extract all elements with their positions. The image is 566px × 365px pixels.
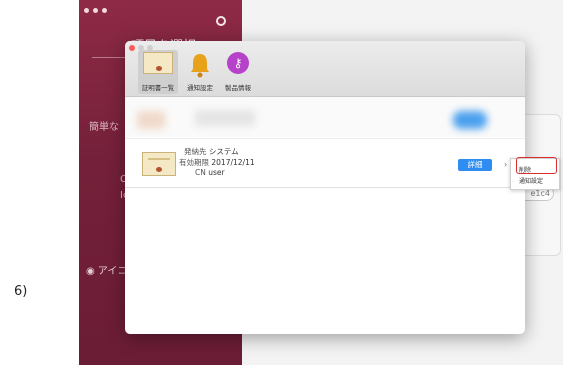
window-dot [84, 8, 89, 13]
certificate-line [148, 158, 170, 160]
cn-label: CN [195, 168, 206, 177]
key-icon: ⚷ [227, 52, 249, 74]
blurred-text [195, 110, 255, 126]
expiry-value: 2017/12/11 [211, 158, 255, 167]
blurred-button [453, 111, 487, 129]
issuer-label: 発納先 [184, 147, 207, 156]
chevron-right-icon: › [504, 160, 508, 169]
cn-line: CN user [195, 168, 225, 177]
tab-product-info[interactable]: ⚷ 製品情報 [221, 50, 255, 94]
certificate-seal [156, 167, 162, 172]
tab-label: 通知設定 [187, 84, 213, 92]
menu-item-notification-settings[interactable]: 通知設定 [519, 176, 543, 185]
certificate-icon [142, 152, 176, 176]
tab-certificate-list[interactable]: 証明書一覧 [138, 50, 178, 94]
tab-label: 証明書一覧 [141, 84, 175, 92]
certificate-row[interactable]: 発納先 システム 有効期限 2017/12/11 CN user 詳細 [125, 138, 525, 188]
tab-label: 製品情報 [225, 84, 251, 92]
expiry-line: 有効期限 2017/12/11 [179, 157, 255, 168]
close-icon[interactable] [129, 45, 135, 51]
gear-icon[interactable] [216, 16, 226, 26]
expiry-label: 有効期限 [179, 158, 209, 167]
blurred-certificate-icon [137, 111, 165, 129]
background-side-text: 簡単な [89, 122, 119, 133]
issuer-line: 発納先 システム [184, 146, 239, 157]
background-window-controls [84, 8, 107, 13]
window-dot [93, 8, 98, 13]
issuer-value: システム [208, 147, 239, 156]
step-label: 6) [14, 284, 28, 299]
tab-notification-settings[interactable]: 通知設定 [185, 50, 215, 94]
window-dot [102, 8, 107, 13]
certificate-dialog: 証明書一覧 通知設定 ⚷ 製品情報 発納先 システム 有効期限 2017/12/… [125, 41, 525, 334]
cn-value: user [208, 168, 225, 177]
certificate-icon [143, 52, 173, 74]
delete-highlight-box [516, 157, 557, 174]
detail-button[interactable]: 詳細 [458, 159, 492, 171]
bell-icon [191, 54, 209, 78]
icon-radio-option[interactable]: ◉ アイコ [86, 262, 127, 277]
dialog-toolbar: 証明書一覧 通知設定 ⚷ 製品情報 [125, 41, 525, 97]
